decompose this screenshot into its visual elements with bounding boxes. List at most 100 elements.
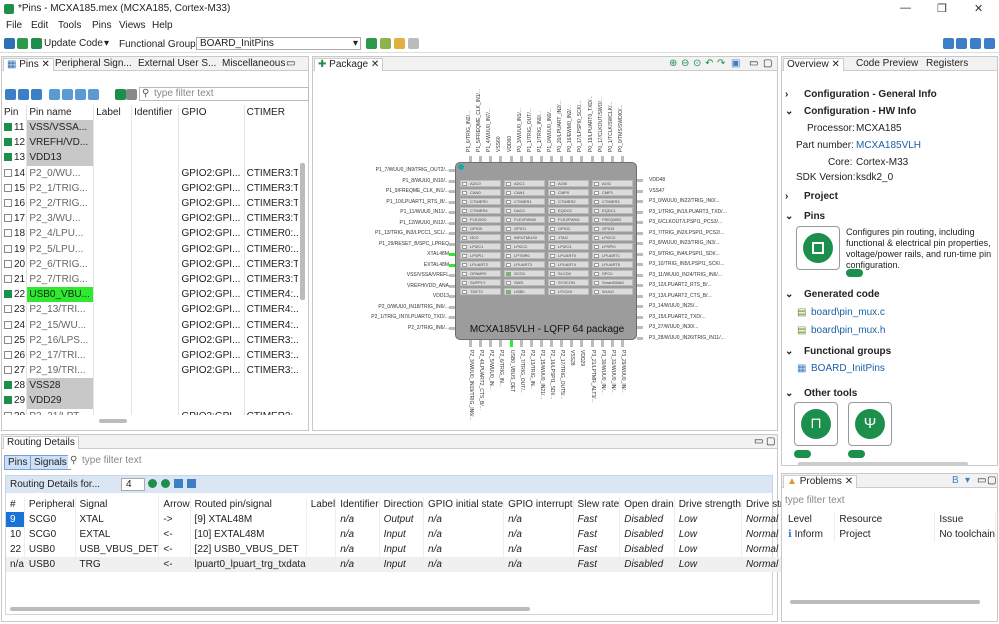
peripheral-cell[interactable]: SmartDMA0 <box>592 279 633 286</box>
chip-body[interactable]: ADC0 ADC1 AOI0 AOI1 CAN0 CAN1 CMP0 CMP1 CTIMER0 C… <box>455 162 637 340</box>
pin-gpio-cell[interactable]: GPIO2:GPI... <box>178 165 245 181</box>
pin-ctimer-cell[interactable]: CTIMER3:... <box>244 363 298 379</box>
routing-row[interactable]: 10 SCG0 EXTAL <- [10] EXTAL48M n/a Input n/a n/a… <box>6 527 794 542</box>
routing-cell[interactable]: USB_VBUS_DET <box>75 542 160 557</box>
pin-row[interactable]: 17P2_3/WU...GPIO2:GPI...CTIMER3:T...FL <box>2 211 298 227</box>
pin-gpio-cell[interactable]: GPIO2:GPI... <box>178 363 245 379</box>
pins-hscroll[interactable] <box>99 419 127 423</box>
routing-cell[interactable]: n/a <box>503 527 574 542</box>
checkbox-checked-icon[interactable] <box>4 153 12 162</box>
pin-name-cell[interactable]: USB0_VBU... <box>26 287 95 303</box>
pin-ctimer-cell[interactable]: CTIMER0:... <box>244 226 298 242</box>
routing-cell[interactable]: Input <box>379 542 425 557</box>
collapse-row-icon[interactable] <box>174 479 183 488</box>
menu-edit[interactable]: Edit <box>31 20 48 31</box>
pin-row[interactable]: 28 VSS28 <box>2 378 298 394</box>
pin-row[interactable]: 12 VREFH/VD... <box>2 135 298 151</box>
pin-ctimer-cell[interactable]: CTIMER3:T... <box>244 165 298 181</box>
routing-cell[interactable]: USB0 <box>24 542 76 557</box>
routing-cell[interactable]: Disabled <box>619 527 675 542</box>
pins-vscroll[interactable] <box>300 163 305 300</box>
pin-row[interactable]: 29 VDD29 <box>2 393 298 409</box>
pin-label-cell[interactable] <box>93 135 133 151</box>
pin-name-cell[interactable]: P2_0/WU... <box>26 165 95 181</box>
peripheral-cell[interactable]: OPAMP0 <box>460 270 501 277</box>
pin-ctimer-cell[interactable] <box>244 393 298 409</box>
pin-row[interactable]: 23P2_13/TRI...GPIO2:GPI...CTIMER4:...FL <box>2 302 298 318</box>
routing-cell[interactable] <box>306 557 337 572</box>
pin-gpio-cell[interactable]: GPIO2:GPI... <box>178 347 245 363</box>
routing-cell[interactable]: n/a <box>503 542 574 557</box>
routing-cell[interactable]: SCG0 <box>24 512 76 527</box>
warning-icon[interactable] <box>17 38 28 49</box>
file-link-pin-mux-h[interactable]: board\pin_mux.h <box>811 325 886 336</box>
peripheral-cell[interactable]: CTIMER2 <box>548 198 589 205</box>
pin-gpio-cell[interactable]: GPIO2:GPI... <box>178 317 245 333</box>
chevron-hw-icon[interactable]: ⌄ <box>785 106 793 117</box>
peripheral-cell[interactable]: DAC0 <box>504 207 545 214</box>
routing-cell[interactable]: n/a <box>335 512 380 527</box>
pin-gpio-cell[interactable]: GPIO3:GPI... <box>178 408 245 415</box>
pin-name-cell[interactable]: P2_6/TRIG... <box>26 256 95 272</box>
pins-col-label[interactable]: Label <box>93 105 133 120</box>
functional-group-select[interactable]: BOARD_InitPins ▾ <box>196 37 361 50</box>
routing-col-12[interactable]: Drive strength <box>674 497 742 512</box>
pin-identifier-cell[interactable] <box>131 165 180 181</box>
routing-col-7[interactable]: Direction <box>379 497 425 512</box>
pin-identifier-cell[interactable] <box>131 241 180 257</box>
pin-name-cell[interactable]: P2_1/TRIG... <box>26 180 95 196</box>
group-link-board-initpins[interactable]: BOARD_InitPins <box>811 363 885 374</box>
peripheral-cell[interactable]: FLEXPWM1 <box>548 216 589 223</box>
clocks-tool-icon[interactable]: ⊓ <box>794 402 838 446</box>
pin-identifier-cell[interactable] <box>131 256 180 272</box>
routing-cell[interactable]: n/a <box>335 527 380 542</box>
problems-minimize-icon[interactable]: ▭ <box>977 475 986 486</box>
routing-cell[interactable]: USB0 <box>24 557 76 572</box>
checkbox-icon[interactable] <box>4 259 12 268</box>
routing-cell[interactable]: 10 <box>6 527 25 542</box>
menu-file[interactable]: File <box>6 20 22 31</box>
pin-gpio-cell[interactable]: GPIO2:GPI... <box>178 271 245 288</box>
routing-cell[interactable]: 22 <box>6 542 25 557</box>
routing-cell[interactable]: n/a <box>335 542 380 557</box>
unroute-icon[interactable] <box>62 89 73 100</box>
pin-gpio-cell[interactable]: GPIO2:GPI... <box>178 180 245 196</box>
routing-cell[interactable]: Output <box>379 512 425 527</box>
problems-down-icon[interactable]: ▾ <box>965 475 970 486</box>
pin-row[interactable]: 27P2_19/TRI...GPIO2:GPI...CTIMER3:...FL <box>2 363 298 379</box>
pin-gpio-cell[interactable]: GPIO2:GPI... <box>178 241 245 257</box>
pin-label-cell[interactable] <box>93 211 133 227</box>
chevron-general-icon[interactable]: › <box>785 89 788 100</box>
routing-cell[interactable]: SCG0 <box>24 527 76 542</box>
pin-ctimer-cell[interactable] <box>244 150 298 166</box>
filter-routed-icon[interactable] <box>18 89 29 100</box>
peripheral-cell[interactable]: AOI0 <box>548 180 589 187</box>
pin-ctimer-cell[interactable]: CTIMER4:... <box>244 302 298 318</box>
peripheral-cell[interactable]: SWD <box>504 279 545 286</box>
routing-count-field[interactable]: 4 <box>121 478 145 491</box>
peripheral-cell[interactable]: LPUART5 <box>592 261 633 268</box>
pin-name-cell[interactable]: P2_15/WU... <box>26 317 95 333</box>
problems-hscroll[interactable] <box>790 600 980 604</box>
routing-hscroll[interactable] <box>10 607 530 611</box>
problems-col-issue[interactable]: Issue <box>934 512 996 527</box>
peripheral-cell[interactable]: AOI1 <box>592 180 633 187</box>
pin-row[interactable]: 20P2_6/TRIG...GPIO2:GPI...CTIMER3:T...FL <box>2 256 298 272</box>
pin-label-cell[interactable] <box>93 180 133 196</box>
pin-row[interactable]: 26P2_17/TRI...GPIO2:GPI...CTIMER3:...FL <box>2 347 298 363</box>
filter-pins-icon[interactable] <box>5 89 16 100</box>
pin-identifier-cell[interactable] <box>131 332 180 348</box>
pins-tool-icon[interactable] <box>796 226 840 270</box>
pin-ctimer-cell[interactable]: CTIMER3:T... <box>244 211 298 227</box>
checkbox-checked-icon[interactable] <box>4 381 12 390</box>
tab-package[interactable]: ✚ Package ✕ <box>314 58 384 71</box>
pin-name-cell[interactable]: P2_13/TRI... <box>26 302 95 318</box>
pin-identifier-cell[interactable] <box>131 408 180 415</box>
menu-pins[interactable]: Pins <box>92 20 111 31</box>
routing-cell[interactable]: Low <box>674 542 742 557</box>
usb-toggle[interactable] <box>848 450 865 458</box>
pin-ctimer-cell[interactable]: CTIMER0:... <box>244 241 298 257</box>
pin-name-cell[interactable]: VREFH/VD... <box>26 135 95 151</box>
pin-label-cell[interactable] <box>93 241 133 257</box>
chevron-groups-icon[interactable]: ⌄ <box>785 346 793 357</box>
